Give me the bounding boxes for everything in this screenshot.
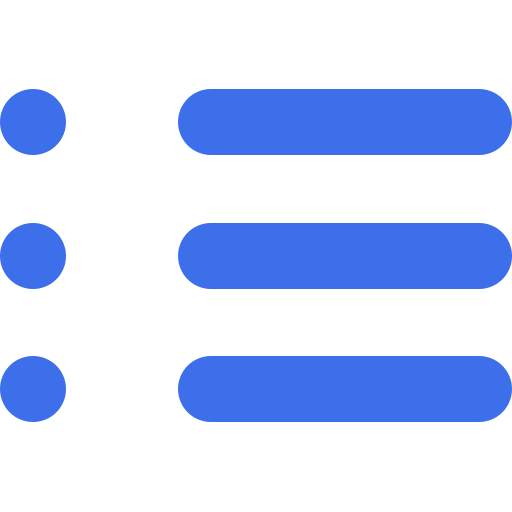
list-row-3 [0, 356, 512, 422]
list-row-1 [0, 89, 512, 155]
bullet-dot [0, 223, 66, 289]
list-icon [0, 89, 512, 422]
bullet-dot [0, 356, 66, 422]
bullet-dot [0, 89, 66, 155]
list-line-bar [178, 356, 512, 422]
list-row-2 [0, 223, 512, 289]
list-line-bar [178, 89, 512, 155]
list-icon-container [0, 0, 512, 512]
list-line-bar [178, 223, 512, 289]
